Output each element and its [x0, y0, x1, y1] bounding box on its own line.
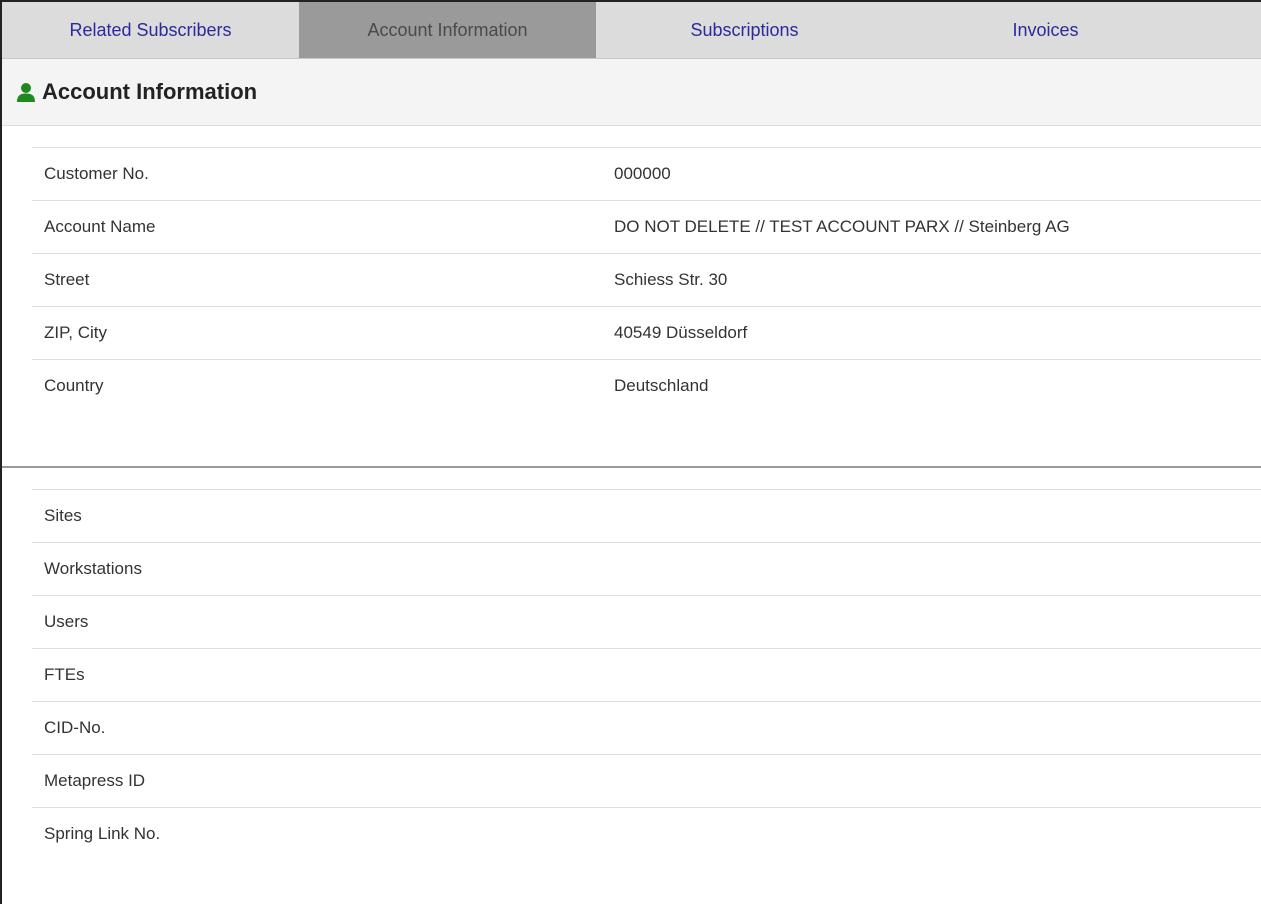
metric-label: Workstations	[44, 559, 142, 578]
metric-row-ftes: FTEs	[32, 649, 1261, 702]
metric-label: Spring Link No.	[44, 824, 161, 843]
detail-row-account-name: Account Name DO NOT DELETE // TEST ACCOU…	[32, 201, 1261, 254]
detail-label: Street	[44, 270, 90, 289]
metric-row-sites: Sites	[32, 490, 1261, 543]
tab-bar: Related Subscribers Account Information …	[2, 2, 1261, 59]
metric-row-metapress-id: Metapress ID	[32, 755, 1261, 808]
detail-value: 40549 Düsseldorf	[614, 323, 748, 342]
detail-row-country: Country Deutschland	[32, 360, 1261, 412]
detail-value: DO NOT DELETE // TEST ACCOUNT PARX // St…	[614, 217, 1070, 236]
tab-account-information[interactable]: Account Information	[299, 2, 596, 58]
account-details-table: Customer No. 000000 Account Name DO NOT …	[32, 147, 1261, 412]
metric-label: Sites	[44, 506, 82, 525]
detail-row-customer-no: Customer No. 000000	[32, 148, 1261, 201]
detail-label: Country	[44, 376, 104, 395]
detail-value: 000000	[614, 164, 671, 183]
metric-label: FTEs	[44, 665, 85, 684]
metric-label: Users	[44, 612, 89, 631]
detail-row-zip-city: ZIP, City 40549 Düsseldorf	[32, 307, 1261, 360]
user-icon	[16, 82, 36, 102]
account-metrics-panel: Sites Workstations Users FTEs CID-No. Me…	[2, 468, 1261, 860]
metric-label: CID-No.	[44, 718, 106, 737]
account-metrics-table: Sites Workstations Users FTEs CID-No. Me…	[32, 489, 1261, 860]
detail-label: Account Name	[44, 217, 156, 236]
section-header: Account Information	[2, 59, 1261, 126]
tab-related-subscribers[interactable]: Related Subscribers	[2, 2, 299, 58]
account-information-page: Related Subscribers Account Information …	[0, 0, 1261, 904]
detail-value: Deutschland	[614, 376, 709, 395]
account-details-panel: Customer No. 000000 Account Name DO NOT …	[2, 126, 1261, 412]
metric-row-workstations: Workstations	[32, 543, 1261, 596]
metric-label: Metapress ID	[44, 771, 146, 790]
metric-row-spring-link-no: Spring Link No.	[32, 808, 1261, 860]
metric-row-cid-no: CID-No.	[32, 702, 1261, 755]
section-title: Account Information	[42, 79, 258, 104]
tab-subscriptions[interactable]: Subscriptions	[596, 2, 893, 58]
metric-row-users: Users	[32, 596, 1261, 649]
detail-label: ZIP, City	[44, 323, 107, 342]
detail-row-street: Street Schiess Str. 30	[32, 254, 1261, 307]
detail-value: Schiess Str. 30	[614, 270, 728, 289]
detail-label: Customer No.	[44, 164, 149, 183]
tab-invoices[interactable]: Invoices	[893, 2, 1198, 58]
